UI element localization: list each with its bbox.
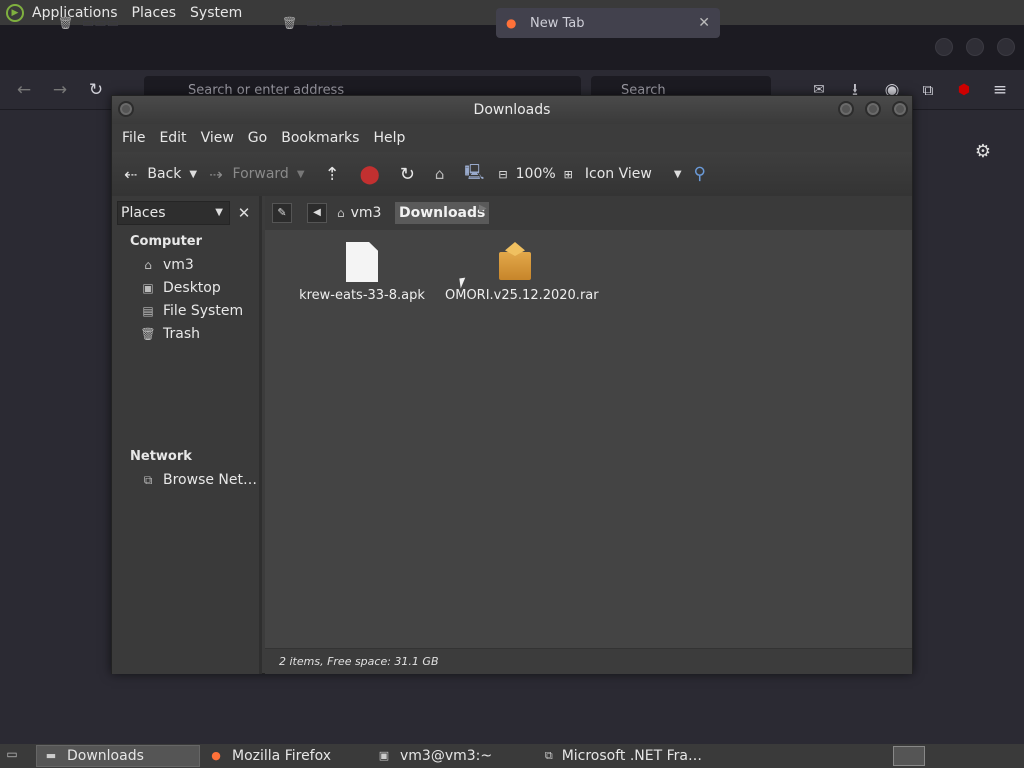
hamburger-menu-icon[interactable]: ≡ — [989, 79, 1011, 101]
trash-icon: 🗑 — [282, 16, 298, 30]
menu-go[interactable]: Go — [248, 130, 267, 146]
firefox-icon: ● — [506, 16, 517, 30]
terminal-icon: ▣ — [378, 749, 390, 762]
extensions-icon[interactable]: ⧉ — [917, 79, 939, 101]
view-mode-dropdown-icon[interactable]: ▼ — [674, 169, 682, 180]
reload-icon[interactable]: ↻ — [400, 164, 415, 185]
sidebar-heading-computer: Computer — [130, 234, 203, 249]
maximize-button[interactable] — [966, 38, 984, 56]
sidebar-item-file-system[interactable]: ▤ File System — [140, 303, 243, 319]
home-icon[interactable]: ⌂ — [435, 165, 445, 183]
path-scroll-left-icon[interactable]: ◀ — [307, 203, 327, 223]
firefox-tab-inactive[interactable]: 🗑 ▭▭▭ — [272, 8, 482, 38]
taskbar: ▭ ▬ Downloads ● Mozilla Firefox ▣ vm3@vm… — [0, 744, 1024, 768]
file-name: OMORI.v25.12.2020.rar — [445, 288, 599, 303]
path-scroll-right-icon[interactable]: ▶ — [479, 203, 487, 214]
menu-help[interactable]: Help — [373, 130, 405, 146]
task-terminal[interactable]: ▣ vm3@vm3:~ — [370, 745, 534, 767]
close-tab-icon[interactable]: ✕ — [698, 15, 710, 31]
zoom-in-icon[interactable]: ⊞ — [564, 168, 573, 181]
mouse-cursor-icon — [459, 277, 467, 289]
file-item[interactable]: krew-eats-33-8.apk — [297, 242, 427, 303]
chevron-down-icon: ▼ — [215, 207, 223, 218]
status-bar: 2 items, Free space: 31.1 GB — [265, 648, 912, 674]
sidebar-item-vm3[interactable]: ⌂ vm3 — [140, 257, 194, 273]
file-name: krew-eats-33-8.apk — [299, 288, 425, 303]
menu-bookmarks[interactable]: Bookmarks — [281, 130, 359, 146]
window-close-button[interactable] — [892, 101, 908, 117]
window-menu-button[interactable] — [118, 101, 134, 117]
sidebar-item-desktop[interactable]: ▣ Desktop — [140, 280, 220, 296]
trash-icon: 🗑 — [140, 327, 156, 341]
installer-icon: ⧉ — [544, 749, 553, 762]
tab-title: New Tab — [530, 15, 585, 31]
back-button[interactable]: ⇠ Back — [124, 165, 181, 184]
back-arrow-icon[interactable]: ← — [13, 79, 35, 101]
ublock-icon[interactable]: ⬢ — [953, 79, 975, 101]
task-firefox[interactable]: ● Mozilla Firefox — [202, 745, 366, 767]
package-icon — [498, 242, 532, 282]
window-minimize-button[interactable] — [838, 101, 854, 117]
workspace-switcher[interactable] — [893, 746, 925, 766]
view-mode-select[interactable]: Icon View — [585, 166, 652, 182]
drive-icon: ▤ — [142, 304, 154, 318]
network-icon: ⧉ — [143, 473, 153, 487]
forward-button[interactable]: ⇢ Forward — [209, 165, 289, 184]
sidebar-heading-network: Network — [130, 449, 192, 464]
sidebar: Places ▼ ✕ Computer ⌂ vm3 ▣ Desktop ▤ Fi… — [112, 196, 262, 674]
breadcrumb-downloads[interactable]: Downloads — [395, 202, 490, 224]
task-dotnet-installer[interactable]: ⧉ Microsoft .NET Fra… — [538, 745, 702, 767]
desktop-icon: ▣ — [142, 281, 154, 295]
zoom-out-icon[interactable]: ⊟ — [498, 168, 507, 181]
forward-icon: ⇢ — [209, 164, 223, 184]
menubar: File Edit View Go Bookmarks Help — [112, 124, 912, 152]
window-maximize-button[interactable] — [865, 101, 881, 117]
file-item[interactable]: OMORI.v25.12.2020.rar — [445, 242, 599, 303]
firefox-icon: ● — [211, 749, 221, 762]
file-view[interactable]: krew-eats-33-8.apk OMORI.v25.12.2020.rar — [265, 230, 912, 648]
path-bar: ✎ ◀ ⌂ vm3 Downloads ▶ — [265, 196, 912, 230]
up-icon[interactable]: ⇡ — [325, 164, 340, 185]
settings-gear-icon[interactable]: ⚙ — [972, 141, 994, 163]
minimize-button[interactable] — [935, 38, 953, 56]
sidebar-item-browse-network[interactable]: ⧉ Browse Net… — [140, 472, 257, 488]
sidebar-item-trash[interactable]: 🗑 Trash — [140, 326, 200, 342]
distro-logo-icon[interactable]: ▶ — [6, 3, 24, 22]
show-desktop-icon[interactable]: ▭ — [2, 747, 22, 765]
document-icon — [346, 242, 378, 282]
edit-location-icon[interactable]: ✎ — [272, 203, 292, 223]
breadcrumb-vm3[interactable]: ⌂ vm3 — [333, 202, 385, 224]
search-icon[interactable]: ⚲ — [694, 164, 706, 184]
computer-icon[interactable]: 🖳 — [464, 162, 484, 187]
window-title: Downloads — [112, 96, 912, 124]
stop-icon[interactable]: ⬤ — [360, 164, 380, 185]
menu-file[interactable]: File — [122, 130, 145, 146]
menu-view[interactable]: View — [201, 130, 234, 146]
forward-history-dropdown-icon[interactable]: ▼ — [297, 169, 305, 180]
home-folder-icon: ⌂ — [337, 206, 345, 220]
back-icon: ⇠ — [124, 164, 138, 184]
home-folder-icon: ⌂ — [144, 258, 152, 272]
zoom-level[interactable]: 100% — [516, 166, 556, 182]
sidebar-selector[interactable]: Places ▼ — [117, 201, 230, 225]
folder-icon: ▬ — [45, 749, 57, 762]
reload-icon[interactable]: ↻ — [85, 79, 107, 101]
close-button[interactable] — [997, 38, 1015, 56]
forward-arrow-icon[interactable]: → — [49, 79, 71, 101]
close-sidebar-icon[interactable]: ✕ — [234, 202, 254, 224]
back-history-dropdown-icon[interactable]: ▼ — [189, 169, 197, 180]
task-downloads[interactable]: ▬ Downloads — [36, 745, 200, 767]
firefox-tab-inactive[interactable]: 🗑 ▭▭▭ — [48, 8, 248, 38]
file-manager-window: Downloads File Edit View Go Bookmarks He… — [111, 95, 913, 674]
toolbar: ⇠ Back ▼ ⇢ Forward ▼ ⇡ ⬤ ↻ ⌂ 🖳 ⊟ 100% ⊞ … — [112, 152, 912, 196]
trash-icon: 🗑 — [58, 16, 74, 30]
menu-edit[interactable]: Edit — [159, 130, 186, 146]
firefox-tab-new-tab[interactable]: ● New Tab ✕ — [496, 8, 720, 38]
